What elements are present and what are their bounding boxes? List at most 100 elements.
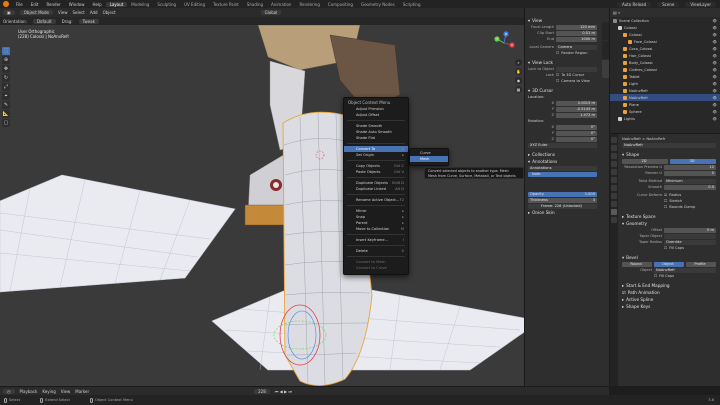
- clip-end-field[interactable]: 1000 m: [556, 36, 597, 42]
- geo-fill-caps-checkbox[interactable]: ☐: [664, 246, 667, 250]
- drag-tweak[interactable]: Tweak: [78, 18, 99, 24]
- blender-logo-icon[interactable]: [3, 1, 9, 7]
- rot-y-field[interactable]: 0°: [556, 130, 597, 136]
- move-tool-icon[interactable]: ✥: [2, 65, 10, 73]
- offset-field[interactable]: 0 m: [664, 227, 716, 233]
- object-menu[interactable]: Object: [103, 10, 116, 15]
- view-lock-header[interactable]: ▾ View Lock: [525, 59, 609, 66]
- measure-tool-icon[interactable]: 📐: [2, 110, 10, 118]
- cursor-x-field[interactable]: 0.0015 m: [556, 100, 597, 106]
- twist-method-select[interactable]: Minimum: [664, 178, 716, 184]
- outliner-row[interactable]: NoAnvRefr 👁: [610, 87, 720, 94]
- modifier-tab-icon[interactable]: [611, 193, 617, 199]
- context-menu-item[interactable]: Adjust Offset: [344, 112, 408, 118]
- annotate-tool-icon[interactable]: ✎: [2, 101, 10, 109]
- tab-layout[interactable]: Layout: [105, 1, 128, 7]
- tab-animation[interactable]: Animation: [267, 2, 295, 7]
- frame-field[interactable]: Frame: 228 (Unlocked): [528, 203, 597, 209]
- eye-visibility-icon[interactable]: 👁: [713, 61, 717, 65]
- taper-object-field[interactable]: [664, 233, 716, 239]
- context-menu-item[interactable]: Shade Flat: [344, 135, 408, 141]
- bevel-object-field[interactable]: NoAnvRefr: [654, 267, 716, 273]
- camera-icon[interactable]: ◉: [515, 77, 522, 84]
- rot-x-field[interactable]: 0°: [556, 124, 597, 130]
- timeline-view-menu[interactable]: View: [61, 389, 71, 394]
- sidebar-tab-item[interactable]: [602, 22, 609, 40]
- add-menu[interactable]: Add: [90, 10, 98, 15]
- zoom-icon[interactable]: ⌕: [515, 59, 522, 66]
- outliner-row[interactable]: Plane 👁: [610, 101, 720, 108]
- orientation-selector[interactable]: Global: [260, 10, 282, 15]
- context-menu-item[interactable]: Delete X: [344, 248, 408, 254]
- current-frame-field[interactable]: 228: [254, 388, 270, 394]
- context-menu-item[interactable]: Set Origin ▸: [344, 152, 408, 158]
- view-panel-header[interactable]: ▾ View: [525, 17, 609, 24]
- menu-file[interactable]: File: [12, 2, 27, 7]
- outliner-row[interactable]: Hair_Colossi 👁: [610, 52, 720, 59]
- eye-visibility-icon[interactable]: 👁: [713, 75, 717, 79]
- outliner-row[interactable]: Coco_Colossi 👁: [610, 45, 720, 52]
- transform-tool-icon[interactable]: ⌖: [2, 92, 10, 100]
- eye-visibility-icon[interactable]: 👁: [713, 26, 717, 30]
- context-menu-item[interactable]: Insert Keyframe... I: [344, 237, 408, 243]
- outliner-row[interactable]: Body_Colossi 👁: [610, 59, 720, 66]
- scale-tool-icon[interactable]: ⤢: [2, 83, 10, 91]
- eye-visibility-icon[interactable]: 👁: [713, 89, 717, 93]
- bevel-object-tab[interactable]: Object: [654, 261, 684, 267]
- shape-panel-header[interactable]: ▾ Shape: [619, 151, 720, 158]
- auto-reload-button[interactable]: Auto Reload: [616, 1, 652, 7]
- render-region-checkbox[interactable]: ☐: [556, 51, 559, 55]
- path-animation-header[interactable]: ☑ Path Animation: [619, 289, 720, 296]
- 3d-viewport[interactable]: User Orthographic (228) Colossi | NoAnvR…: [0, 25, 524, 386]
- render-u-field[interactable]: 0: [664, 170, 716, 176]
- outliner-filter-icon[interactable]: ▤ ⌕: [613, 10, 620, 15]
- eye-visibility-icon[interactable]: 👁: [713, 47, 717, 51]
- editor-type-button[interactable]: ▣: [3, 10, 15, 15]
- onion-skin-header[interactable]: ▸ Onion Skin: [525, 209, 609, 216]
- curve-data-tab-icon[interactable]: [611, 209, 617, 215]
- radius-checkbox[interactable]: ☑: [664, 193, 667, 197]
- grid-icon[interactable]: ▦: [515, 86, 522, 93]
- playback-menu[interactable]: Playback: [20, 389, 38, 394]
- collections-header[interactable]: ▸ Collections: [525, 151, 609, 158]
- outliner-row[interactable]: Light 👁: [610, 80, 720, 87]
- view-layer-tab-icon[interactable]: [611, 161, 617, 167]
- output-props-tab-icon[interactable]: [611, 153, 617, 159]
- pan-hand-icon[interactable]: ✋: [515, 68, 522, 75]
- 3d-cursor-header[interactable]: ▾ 3D Cursor: [525, 87, 609, 94]
- 2d-toggle[interactable]: 2D: [622, 158, 668, 164]
- bevel-round-tab[interactable]: Round: [622, 261, 652, 267]
- orientation-default[interactable]: Default: [32, 18, 56, 24]
- timeline-editor-button[interactable]: ◷: [3, 388, 15, 394]
- scene-tab-icon[interactable]: [611, 169, 617, 175]
- outliner-row[interactable]: Tablet 👁: [610, 73, 720, 80]
- tab-rendering[interactable]: Rendering: [295, 2, 323, 7]
- texture-space-header[interactable]: ▸ Texture Space: [619, 213, 720, 220]
- eye-visibility-icon[interactable]: 👁: [713, 117, 717, 121]
- active-spline-header[interactable]: ▸ Active Spline: [619, 296, 720, 303]
- eye-visibility-icon[interactable]: 👁: [713, 40, 717, 44]
- tab-texture-paint[interactable]: Texture Paint: [209, 2, 243, 7]
- cursor-tool-icon[interactable]: ⊕: [2, 56, 10, 64]
- context-menu-item[interactable]: Convert to Curve: [344, 265, 408, 271]
- eye-visibility-icon[interactable]: 👁: [713, 103, 717, 107]
- shape-keys-header[interactable]: ▸ Shape Keys: [619, 303, 720, 310]
- sidebar-tab-tool[interactable]: [602, 41, 609, 59]
- 3d-toggle[interactable]: 3D: [670, 158, 716, 164]
- marker-menu[interactable]: Marker: [75, 389, 89, 394]
- eye-visibility-icon[interactable]: 👁: [713, 110, 717, 114]
- sidebar-tab-view[interactable]: [602, 60, 609, 78]
- eye-visibility-icon[interactable]: 👁: [713, 82, 717, 86]
- tab-geometry-nodes[interactable]: Geometry Nodes: [357, 2, 399, 7]
- outliner-row[interactable]: Colossi 👁: [610, 31, 720, 38]
- bounds-clamp-checkbox[interactable]: ☐: [664, 205, 667, 209]
- tab-uv-editing[interactable]: UV Editing: [180, 2, 209, 7]
- datablock-name-field[interactable]: NoAnvRefr: [622, 142, 716, 148]
- rot-z-field[interactable]: 0°: [556, 136, 597, 142]
- outliner-row[interactable]: NoAnvRefr 👁: [610, 94, 720, 101]
- tab-modeling[interactable]: Modeling: [127, 2, 153, 7]
- bevel-profile-tab[interactable]: Profile: [686, 261, 716, 267]
- tab-sculpting[interactable]: Sculpting: [153, 2, 180, 7]
- clip-start-field[interactable]: 0.01 m: [556, 30, 597, 36]
- lock-object-field[interactable]: [556, 66, 597, 72]
